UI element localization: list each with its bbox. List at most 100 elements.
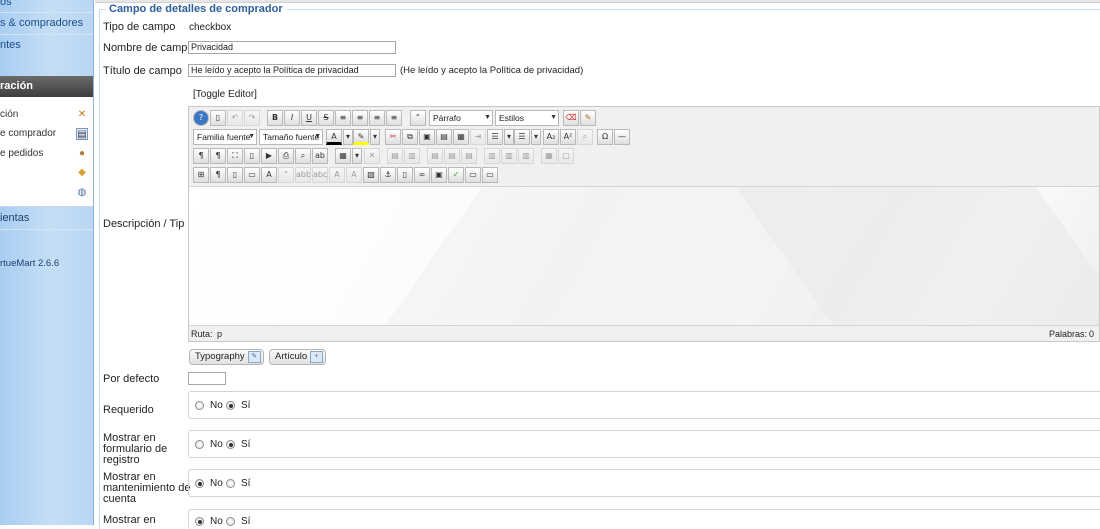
default-input[interactable]	[188, 372, 226, 385]
quote-icon[interactable]: “	[278, 167, 294, 183]
required-no-radio[interactable]	[195, 401, 204, 410]
media-icon[interactable]: ▶	[261, 148, 277, 164]
replace-icon[interactable]: ab	[312, 148, 328, 164]
editor-content-area[interactable]	[189, 186, 1099, 326]
strikethrough-icon[interactable]: S	[318, 110, 334, 126]
paste-icon[interactable]: ▣	[419, 129, 435, 145]
sidebar-item-configuration[interactable]: ción	[0, 109, 18, 120]
chevron-down-icon[interactable]: ▾	[531, 129, 541, 145]
show-account-no-radio[interactable]	[195, 479, 204, 488]
show-register-yes-radio[interactable]	[226, 440, 235, 449]
ltr-icon[interactable]: ¶	[193, 148, 209, 164]
bold-icon[interactable]: B	[267, 110, 283, 126]
eraser-icon[interactable]: ⌫	[563, 110, 579, 126]
blockquote-icon[interactable]: “	[410, 110, 426, 126]
visual-aid-icon[interactable]: ⊞	[193, 167, 209, 183]
sidebar-item-order-status[interactable]: e pedidos	[0, 148, 43, 159]
file-icon[interactable]: ▯	[397, 167, 413, 183]
styles-select[interactable]: Estilos ▼	[495, 110, 559, 126]
sidebar-link-clients[interactable]: ntes	[0, 39, 21, 51]
copy-icon[interactable]: ⧉	[402, 129, 418, 145]
special-char-icon[interactable]: Ω	[597, 129, 613, 145]
subscript-icon[interactable]: A₂	[543, 129, 559, 145]
highlight-icon[interactable]: ✎	[353, 129, 369, 145]
insert-col-before-icon[interactable]: ▥	[484, 148, 500, 164]
delete-table-icon[interactable]: ✕	[364, 148, 380, 164]
del-icon[interactable]: A	[329, 167, 345, 183]
template-icon[interactable]: ▯	[227, 167, 243, 183]
italic-icon[interactable]: I	[284, 110, 300, 126]
format-select[interactable]: Párrafo ▼	[429, 110, 493, 126]
undo-icon[interactable]: ↶	[227, 110, 243, 126]
align-center-icon[interactable]: ≡	[352, 110, 368, 126]
show-blocks-icon[interactable]: ¶	[210, 167, 226, 183]
show-account-yes-radio[interactable]	[226, 479, 235, 488]
typography-button[interactable]: Typography ✎	[189, 349, 264, 365]
merge-cells-icon[interactable]: ▢	[558, 148, 574, 164]
sidebar-link-products[interactable]: os	[0, 0, 12, 8]
spellcheck-icon[interactable]: ✓	[448, 167, 464, 183]
abbr-icon[interactable]: abbr	[295, 167, 311, 183]
acronym-icon[interactable]: abc	[312, 167, 328, 183]
anchor-icon[interactable]: ⚓	[380, 167, 396, 183]
chevron-down-icon[interactable]: ▾	[504, 129, 514, 145]
cut-icon[interactable]: ✂	[385, 129, 401, 145]
chevron-down-icon[interactable]: ▾	[370, 129, 380, 145]
align-right-icon[interactable]: ≡	[386, 110, 402, 126]
search-replace-icon[interactable]: ⌕	[295, 148, 311, 164]
style-props-icon[interactable]: A	[261, 167, 277, 183]
article-button[interactable]: Artículo +	[269, 349, 327, 365]
toggle-editor-link[interactable]: [Toggle Editor]	[193, 89, 257, 100]
table-icon[interactable]: ▦	[335, 148, 351, 164]
paste-text-icon[interactable]: ▤	[436, 129, 452, 145]
image-manager-icon[interactable]: ▣	[431, 167, 447, 183]
readmore-icon[interactable]: ▭	[465, 167, 481, 183]
insert-row-after-icon[interactable]: ▤	[444, 148, 460, 164]
cleanup-icon[interactable]: ✎	[580, 110, 596, 126]
pagebreak-icon[interactable]: ▭	[482, 167, 498, 183]
cell-props-icon[interactable]: ▥	[404, 148, 420, 164]
sidebar-link-tools[interactable]: ientas	[0, 212, 29, 224]
chevron-down-icon[interactable]: ▾	[343, 129, 353, 145]
show-register-no-radio[interactable]	[195, 440, 204, 449]
superscript-icon[interactable]: A²	[560, 129, 576, 145]
row-props-icon[interactable]: ▤	[387, 148, 403, 164]
print-icon[interactable]: ⎙	[278, 148, 294, 164]
sidebar-item-shopper-fields[interactable]: e comprador	[0, 128, 56, 139]
font-family-select[interactable]: Familia fuente ▼	[193, 129, 257, 145]
font-size-select[interactable]: Tamaño fuente ▼	[259, 129, 323, 145]
rtl-icon[interactable]: ¶	[210, 148, 226, 164]
indent-icon[interactable]: ⇥	[470, 129, 486, 145]
redo-icon[interactable]: ↷	[244, 110, 260, 126]
path-value[interactable]: p	[217, 327, 222, 341]
text-color-icon[interactable]: A	[326, 129, 342, 145]
split-cells-icon[interactable]: ▦	[541, 148, 557, 164]
link-icon[interactable]: ∞	[414, 167, 430, 183]
new-document-icon[interactable]: ▯	[210, 110, 226, 126]
field-title-input[interactable]: He leído y acepto la Política de privaci…	[188, 64, 396, 77]
delete-row-icon[interactable]: ▤	[461, 148, 477, 164]
paste-word-icon[interactable]: ▦	[453, 129, 469, 145]
globe-icon[interactable]: ◍	[76, 187, 88, 199]
layer-icon[interactable]: ▭	[244, 167, 260, 183]
sidebar-link-customers[interactable]: s & compradores	[0, 17, 83, 29]
underline-icon[interactable]: U	[301, 110, 317, 126]
unordered-list-icon[interactable]: ☰	[514, 129, 530, 145]
insert-row-before-icon[interactable]: ▤	[427, 148, 443, 164]
sidebar-section-configuration[interactable]: ración	[0, 76, 93, 97]
currency-icon[interactable]: ◆	[76, 167, 88, 179]
fullscreen-icon[interactable]: ⛶	[227, 148, 243, 164]
chevron-down-icon[interactable]: ▾	[352, 148, 362, 164]
horizontal-rule-icon[interactable]: —	[614, 129, 630, 145]
required-yes-radio[interactable]	[226, 401, 235, 410]
ins-icon[interactable]: A	[346, 167, 362, 183]
help-icon[interactable]: ?	[193, 110, 209, 126]
field-name-input[interactable]: Privacidad	[188, 41, 396, 54]
align-left-icon[interactable]: ≡	[369, 110, 385, 126]
ordered-list-icon[interactable]: ☰	[487, 129, 503, 145]
insert-col-after-icon[interactable]: ▥	[501, 148, 517, 164]
image-icon[interactable]: ▧	[363, 167, 379, 183]
find-icon[interactable]: ⌕	[577, 129, 593, 145]
align-justify-icon[interactable]: ≡	[335, 110, 351, 126]
preview-icon[interactable]: ▯	[244, 148, 260, 164]
